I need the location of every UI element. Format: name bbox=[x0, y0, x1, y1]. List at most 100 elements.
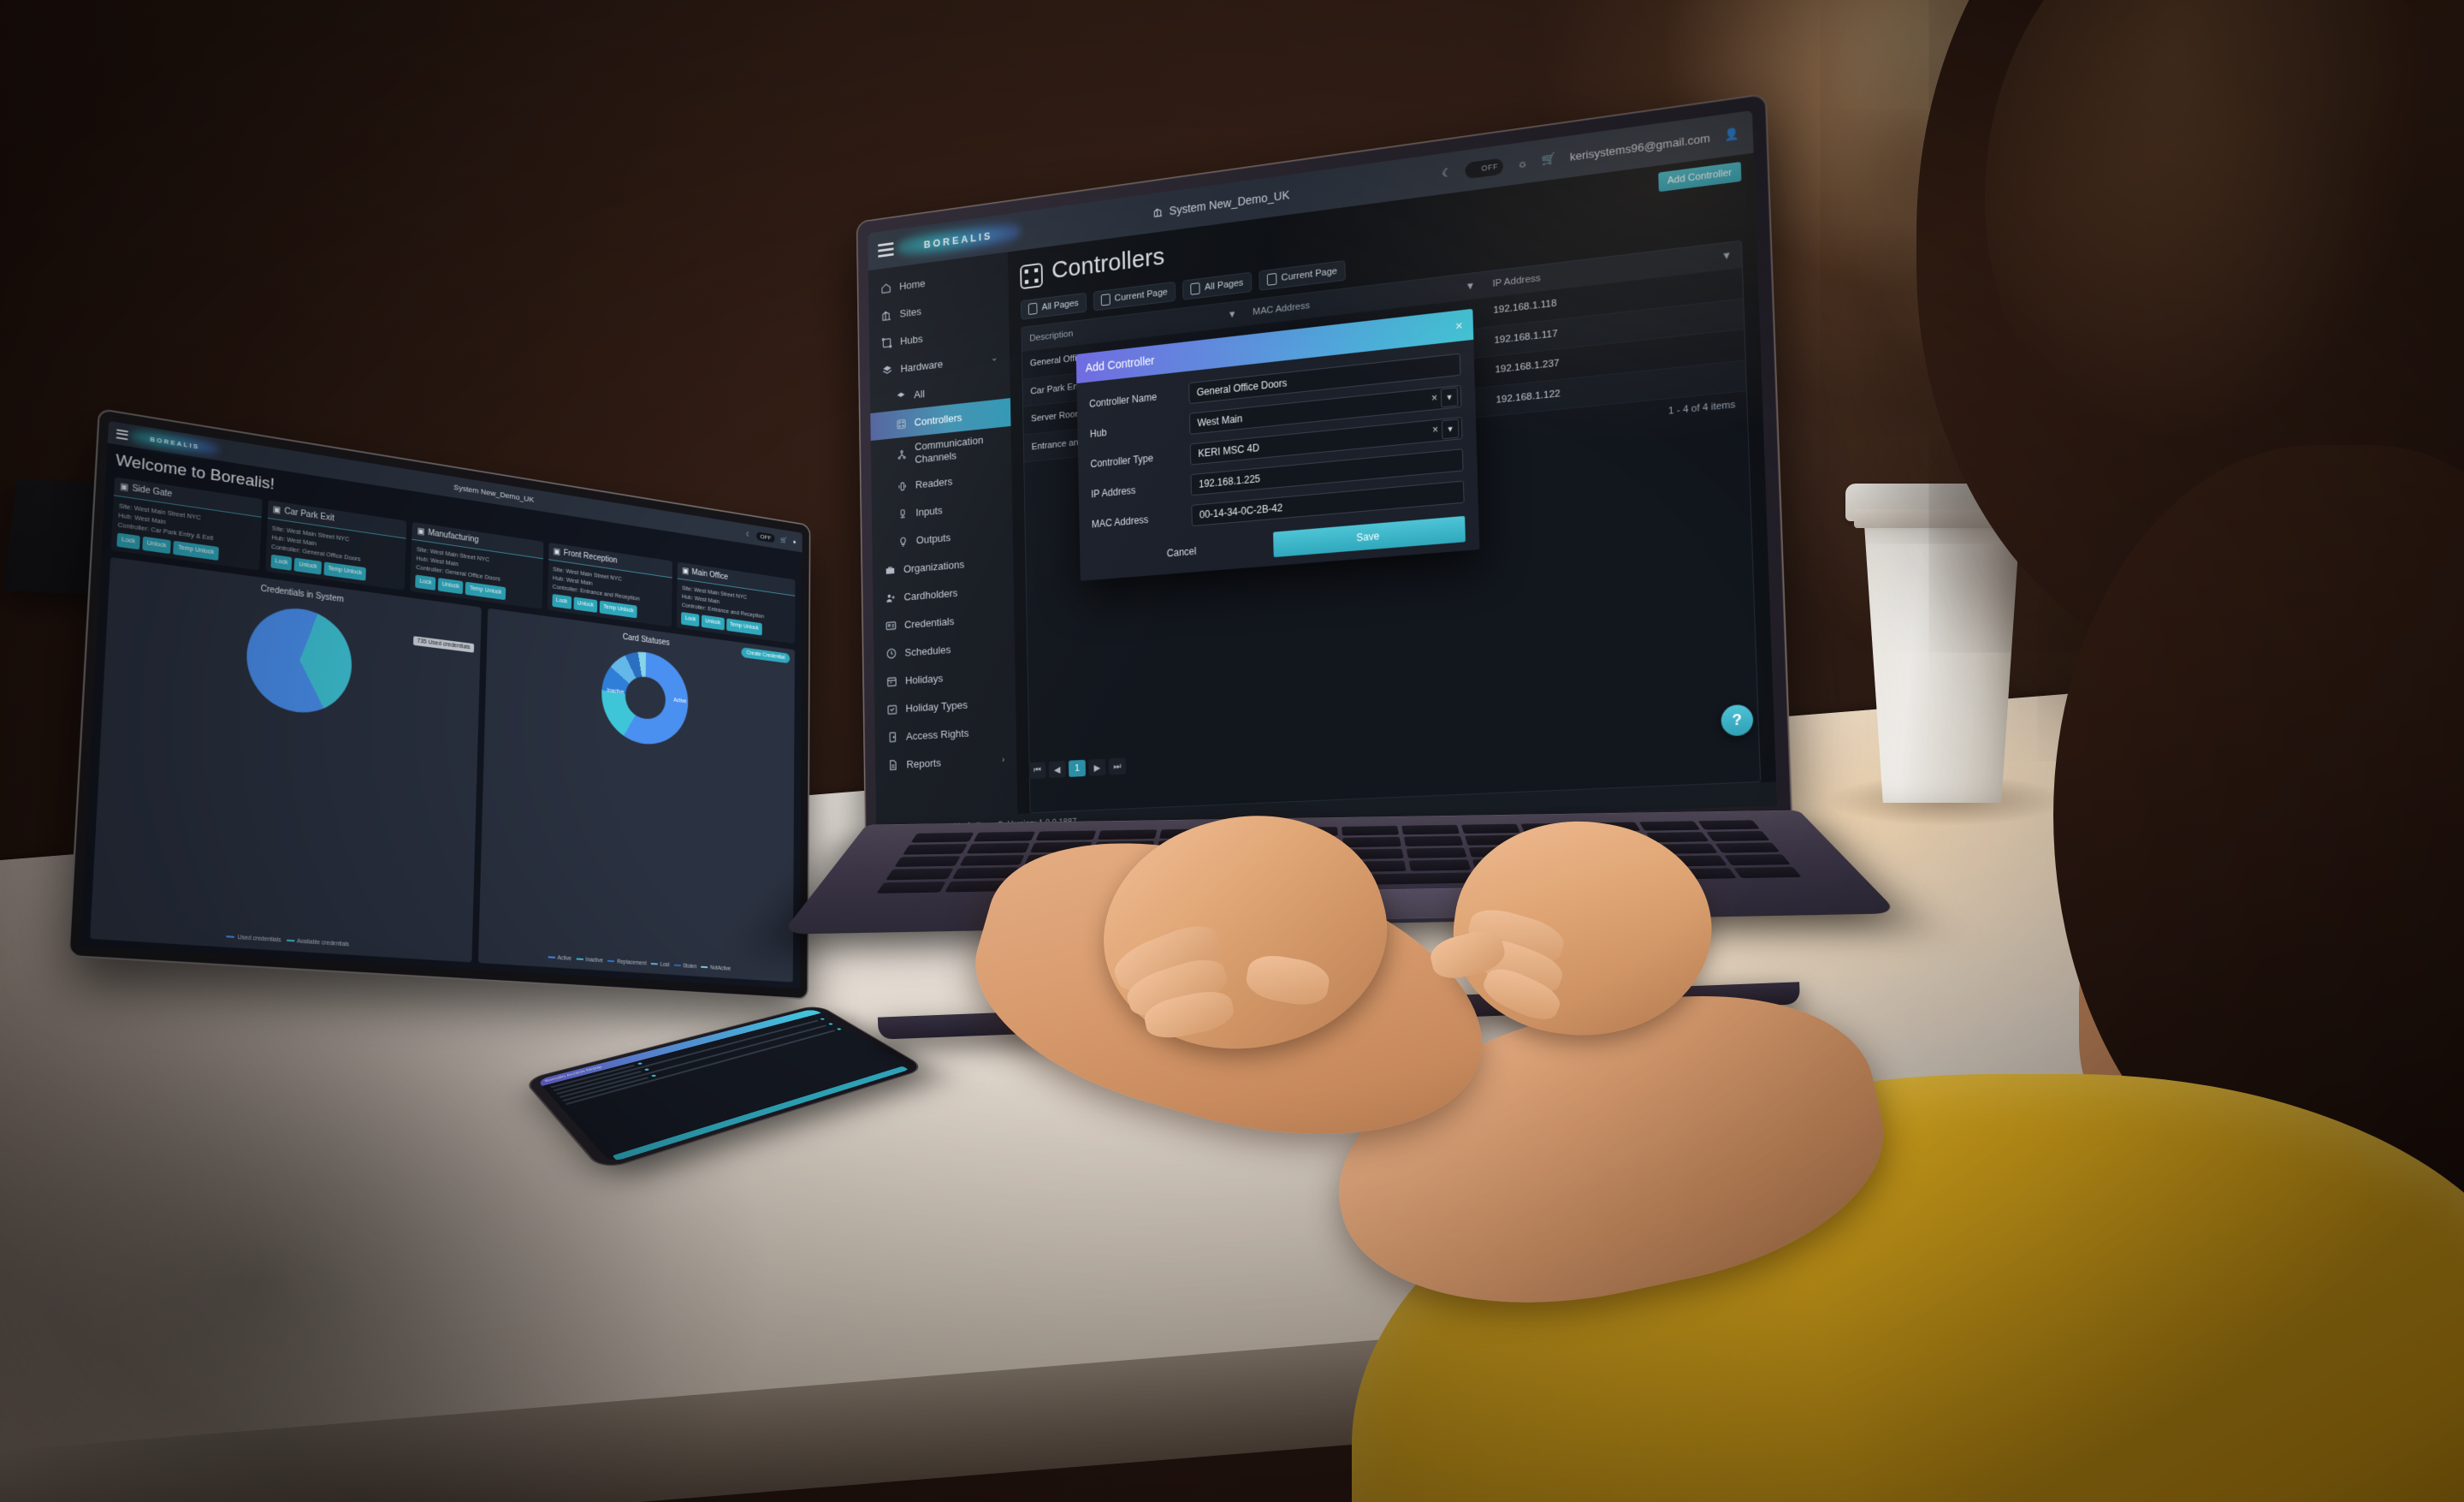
card-statuses-panel: Card Statuses Create Credential Inactive… bbox=[478, 608, 795, 983]
legend-item: Used credentials bbox=[226, 934, 281, 943]
clear-icon[interactable]: × bbox=[1431, 392, 1437, 405]
chevron-down-icon[interactable]: ⌄ bbox=[991, 353, 998, 364]
modal-title: Add Controller bbox=[1085, 353, 1155, 375]
status-dot bbox=[836, 1028, 842, 1030]
tablet-user-icon[interactable]: ● bbox=[793, 537, 797, 544]
building-icon bbox=[880, 308, 892, 323]
theme-toggle[interactable]: OFF bbox=[1465, 157, 1504, 179]
door-card[interactable]: ▣ Car Park Exit Site: West Main Street N… bbox=[264, 500, 407, 591]
chevron-down-icon[interactable]: ▼ bbox=[1440, 387, 1459, 408]
user-icon[interactable]: 👤 bbox=[1725, 127, 1740, 143]
app-body: Home Sites Hubs Hardware ⌄ All Controlle… bbox=[868, 152, 1776, 820]
filter-icon[interactable]: ▼ bbox=[1721, 250, 1732, 262]
door-card[interactable]: ▣ Main Office Site: West Main Street NYC… bbox=[677, 561, 796, 644]
sidebar-item-label: Sites bbox=[899, 305, 921, 320]
menu-icon[interactable] bbox=[878, 241, 894, 258]
sun-icon[interactable]: ☼ bbox=[1517, 156, 1528, 170]
temp-unlock-button[interactable]: Temp Unlock bbox=[173, 541, 219, 561]
lock-button[interactable]: Lock bbox=[681, 612, 700, 627]
legend-item: Inactive bbox=[576, 956, 603, 964]
laptop-device: BOREALIS System New_Demo_UK ☾ OFF ☼ 🛒 ke… bbox=[856, 92, 1793, 859]
unlock-button[interactable]: Unlock bbox=[293, 557, 322, 575]
door-card[interactable]: ▣ Front Reception Site: West Main Street… bbox=[547, 542, 673, 627]
moon-icon[interactable]: ☾ bbox=[1442, 166, 1452, 181]
card-icon bbox=[885, 619, 897, 633]
pager-first-button[interactable]: ⏮ bbox=[1028, 762, 1046, 780]
tablet-topbar-actions: ☾ OFF 🛒 ● bbox=[746, 530, 797, 546]
filter-icon[interactable]: ▼ bbox=[1228, 309, 1237, 320]
input-icon bbox=[896, 507, 909, 521]
export-pdf-all-pages-button[interactable]: All Pages bbox=[1020, 292, 1087, 320]
tablet-moon-icon[interactable]: ☾ bbox=[746, 531, 751, 538]
unlock-button[interactable]: Unlock bbox=[142, 536, 171, 555]
lock-button[interactable]: Lock bbox=[116, 532, 140, 550]
door-card[interactable]: ▣ Manufacturing Site: West Main Street N… bbox=[410, 521, 544, 609]
pager-page-1-button[interactable]: 1 bbox=[1068, 759, 1087, 777]
sidebar-item-label: Communication Channels bbox=[915, 434, 984, 466]
export-pdf-current-page-button[interactable]: Current Page bbox=[1093, 281, 1176, 312]
clock-icon bbox=[886, 646, 898, 661]
credentials-pie-chart bbox=[244, 602, 354, 718]
chevron-down-icon[interactable]: ▼ bbox=[1441, 419, 1460, 440]
sidebar-item-label: Holiday Types bbox=[905, 698, 968, 715]
export-excel-current-page-button[interactable]: Current Page bbox=[1258, 260, 1346, 291]
legend-item: Lost bbox=[650, 961, 670, 968]
building-icon bbox=[1152, 206, 1164, 219]
temp-unlock-button[interactable]: Temp Unlock bbox=[726, 618, 762, 636]
legend-item: Replacement bbox=[607, 959, 647, 966]
door-icon bbox=[886, 730, 899, 745]
reader-icon bbox=[896, 478, 909, 493]
sidebar-item-label: Hardware bbox=[900, 358, 944, 375]
cart-icon[interactable]: 🛒 bbox=[1542, 151, 1556, 167]
app-logo-text: BOREALIS bbox=[923, 229, 993, 251]
donut-label-inactive: Inactive bbox=[607, 687, 625, 696]
lock-button[interactable]: Lock bbox=[552, 594, 572, 609]
chevron-right-icon[interactable]: › bbox=[1002, 755, 1004, 765]
sidebar-item-label: Home bbox=[899, 276, 926, 293]
donut-label-active: Active bbox=[673, 698, 687, 705]
controller-icon bbox=[895, 417, 908, 431]
tablet-menu-icon[interactable] bbox=[116, 428, 129, 440]
temp-unlock-button[interactable]: Temp Unlock bbox=[465, 581, 506, 601]
status-dot bbox=[637, 1062, 643, 1066]
lock-button[interactable]: Lock bbox=[415, 574, 436, 591]
excel-icon bbox=[1190, 282, 1200, 295]
sidebar-item-label: Readers bbox=[915, 475, 953, 491]
door-card[interactable]: ▣ Side Gate Site: West Main Street NYC H… bbox=[110, 477, 263, 571]
pager-last-button[interactable]: ⏭ bbox=[1108, 757, 1127, 775]
sidebar-item-label: Outputs bbox=[915, 531, 951, 547]
sidebar-item-label: Controllers bbox=[914, 411, 962, 429]
pager-next-button[interactable]: ▶ bbox=[1088, 758, 1106, 776]
status-dot bbox=[827, 1023, 834, 1025]
export-label: All Pages bbox=[1041, 298, 1079, 313]
layers-icon bbox=[881, 363, 893, 377]
sidebar-item-label: All bbox=[914, 387, 926, 401]
briefcase-icon bbox=[884, 563, 897, 578]
sidebar-item-label: Reports bbox=[906, 757, 942, 771]
clear-icon[interactable]: × bbox=[1432, 424, 1438, 436]
pdf-icon bbox=[1028, 302, 1038, 316]
unlock-button[interactable]: Unlock bbox=[573, 597, 598, 613]
filter-icon[interactable]: ▼ bbox=[1466, 281, 1476, 292]
export-excel-all-pages-button[interactable]: All Pages bbox=[1182, 271, 1252, 300]
controller-icon bbox=[1020, 262, 1043, 290]
field-label: Hub bbox=[1089, 426, 1107, 440]
credentials-chart-title: Credentials in System bbox=[260, 584, 345, 605]
tablet-theme-toggle[interactable]: OFF bbox=[756, 531, 775, 543]
create-credential-button[interactable]: Create Credential bbox=[741, 647, 791, 664]
export-label: All Pages bbox=[1204, 277, 1244, 293]
tablet-cart-icon[interactable]: 🛒 bbox=[780, 536, 787, 543]
pager-prev-button[interactable]: ◀ bbox=[1048, 760, 1066, 779]
workspace-photo-scene: BOREALIS System New_Demo_UK ☾ OFF 🛒 ● We… bbox=[0, 0, 2464, 1502]
unlock-button[interactable]: Unlock bbox=[701, 614, 725, 631]
door-icon: ▣ bbox=[682, 566, 690, 576]
temp-unlock-button[interactable]: Temp Unlock bbox=[599, 600, 638, 619]
close-icon[interactable]: × bbox=[1455, 318, 1463, 334]
save-button[interactable]: Save bbox=[1273, 515, 1466, 558]
temp-unlock-button[interactable]: Temp Unlock bbox=[323, 561, 367, 581]
lock-button[interactable]: Lock bbox=[270, 555, 293, 571]
cancel-button[interactable]: Cancel bbox=[1092, 532, 1273, 572]
borealis-app: BOREALIS System New_Demo_UK ☾ OFF ☼ 🛒 ke… bbox=[868, 110, 1777, 841]
calendar-icon bbox=[886, 674, 898, 689]
unlock-button[interactable]: Unlock bbox=[437, 578, 464, 595]
